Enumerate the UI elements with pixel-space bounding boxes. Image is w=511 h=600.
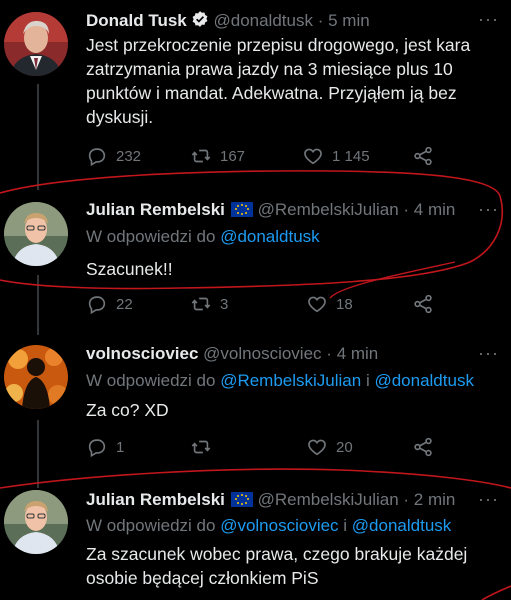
like-count: 18	[336, 295, 353, 313]
retweet-icon	[191, 149, 211, 163]
reply-prefix: W odpowiedzi do	[86, 371, 221, 390]
tweet-julian-rembelski-2[interactable]: Julian Rembelski @RembelskiJulian · 2 mi…	[0, 480, 511, 600]
share-button[interactable]	[412, 144, 434, 168]
author-handle[interactable]: @RembelskiJulian	[258, 490, 399, 509]
tweet-text: Za szacunek wobec prawa, czego brakuje k…	[86, 542, 498, 590]
separator-dot: ·	[326, 344, 332, 363]
tweet-text-line: Jest przekroczenie przepisu drogowego, j…	[86, 35, 471, 55]
reply-context: W odpowiedzi do @donaldtusk	[86, 227, 320, 247]
reply-icon	[88, 148, 106, 167]
like-count: 1 145	[332, 147, 370, 165]
share-icon	[414, 437, 432, 457]
tweet-text-line: dyskusji.	[86, 107, 154, 127]
reply-count: 1	[116, 438, 125, 456]
tweet-header: Julian Rembelski @RembelskiJulian · 4 mi…	[86, 200, 455, 220]
tweet-actions: 232 167 1 145	[86, 144, 446, 168]
mention-link[interactable]: @donaldtusk	[352, 516, 452, 535]
tweet-text-line: Za co? XD	[86, 400, 169, 420]
tweet-text: Za co? XD	[86, 398, 498, 422]
tweet-text-line: Za szacunek wobec prawa, czego brakuje k…	[86, 544, 468, 564]
mention-link[interactable]: @donaldtusk	[220, 227, 320, 246]
tweet-text-line: zatrzymania prawa jazdy na 3 miesiące pl…	[86, 59, 453, 79]
author-name[interactable]: volnoscioviec	[86, 344, 198, 363]
author-name[interactable]: Julian Rembelski	[86, 200, 225, 219]
tweet-text: Szacunek!!	[86, 257, 498, 281]
heart-icon	[308, 439, 326, 456]
tweet-text: Jest przekroczenie przepisu drogowego, j…	[86, 33, 498, 129]
like-count: 20	[336, 438, 353, 456]
retweet-icon	[191, 440, 211, 454]
author-name[interactable]: Julian Rembelski	[86, 490, 225, 509]
tweet-julian-rembelski-1[interactable]: Julian Rembelski @RembelskiJulian · 4 mi…	[0, 190, 511, 335]
more-options-icon[interactable]: ···	[478, 344, 499, 362]
tweet-actions: 1 20	[86, 435, 446, 459]
timestamp[interactable]: 4 min	[337, 344, 379, 363]
share-button[interactable]	[412, 292, 434, 316]
tweet-actions: 22 3 18	[86, 292, 446, 316]
verified-badge-icon	[191, 10, 209, 33]
reply-joiner: i	[361, 371, 375, 390]
tweet-header: Julian Rembelski @RembelskiJulian · 2 mi…	[86, 490, 455, 510]
reply-button[interactable]: 22	[86, 292, 133, 316]
tweet-text-line: punktów i mandat. Adekwatna. Przyjąłem j…	[86, 83, 457, 103]
separator-dot: ·	[403, 490, 410, 509]
reply-button[interactable]: 1	[86, 435, 124, 459]
retweet-icon	[191, 297, 211, 311]
reply-count: 232	[116, 147, 142, 165]
retweet-count: 3	[220, 295, 229, 313]
like-button[interactable]: 18	[306, 292, 353, 316]
author-handle[interactable]: @RembelskiJulian	[258, 200, 399, 219]
more-options-icon[interactable]: ···	[478, 10, 499, 28]
tweet-volnoscioviec[interactable]: volnoscioviec @volnoscioviec · 4 min ···…	[0, 335, 511, 480]
heart-icon	[308, 296, 326, 313]
author-name[interactable]: Donald Tusk	[86, 11, 187, 30]
eu-flag-icon	[230, 492, 253, 507]
reply-icon	[88, 439, 106, 458]
author-handle[interactable]: @volnoscioviec	[203, 344, 321, 363]
mention-link[interactable]: @RembelskiJulian	[220, 371, 361, 390]
timestamp[interactable]: 4 min	[414, 200, 456, 219]
timestamp[interactable]: 2 min	[414, 490, 456, 509]
like-button[interactable]: 20	[306, 435, 353, 459]
avatar[interactable]	[4, 12, 68, 76]
reply-context: W odpowiedzi do @RembelskiJulian i @dona…	[86, 371, 474, 391]
retweet-count: 167	[220, 147, 246, 165]
reply-context: W odpowiedzi do @volnoscioviec i @donald…	[86, 516, 451, 536]
reply-prefix: W odpowiedzi do	[86, 227, 221, 246]
timestamp[interactable]: 5 min	[328, 11, 370, 30]
reply-joiner: i	[338, 516, 352, 535]
avatar[interactable]	[4, 490, 68, 554]
mention-link[interactable]: @volnoscioviec	[220, 516, 338, 535]
separator-dot: ·	[403, 200, 410, 219]
more-options-icon[interactable]: ···	[478, 200, 499, 218]
retweet-button[interactable]: 3	[190, 292, 228, 316]
avatar[interactable]	[4, 202, 68, 266]
eu-flag-icon	[230, 202, 253, 217]
share-button[interactable]	[412, 435, 434, 459]
tweet-header: Donald Tusk @donaldtusk · 5 min	[86, 10, 370, 33]
tweet-donald-tusk[interactable]: Donald Tusk @donaldtusk · 5 min ··· Jest…	[0, 0, 511, 180]
reply-prefix: W odpowiedzi do	[86, 516, 221, 535]
share-icon	[414, 294, 432, 314]
retweet-button[interactable]	[190, 435, 212, 459]
heart-icon	[304, 148, 322, 165]
retweet-button[interactable]: 167	[190, 144, 245, 168]
avatar[interactable]	[4, 345, 68, 409]
share-icon	[414, 146, 432, 166]
like-button[interactable]: 1 145	[302, 144, 370, 168]
reply-count: 22	[116, 295, 133, 313]
reply-button[interactable]: 232	[86, 144, 141, 168]
mention-link[interactable]: @donaldtusk	[374, 371, 474, 390]
tweet-text-line: osobie będącej członkiem PiS	[86, 568, 319, 588]
author-handle[interactable]: @donaldtusk	[213, 11, 313, 30]
tweet-text-line: Szacunek!!	[86, 259, 173, 279]
separator-dot: ·	[317, 11, 324, 30]
more-options-icon[interactable]: ···	[478, 490, 499, 508]
reply-icon	[88, 296, 106, 315]
tweet-header: volnoscioviec @volnoscioviec · 4 min	[86, 344, 378, 364]
